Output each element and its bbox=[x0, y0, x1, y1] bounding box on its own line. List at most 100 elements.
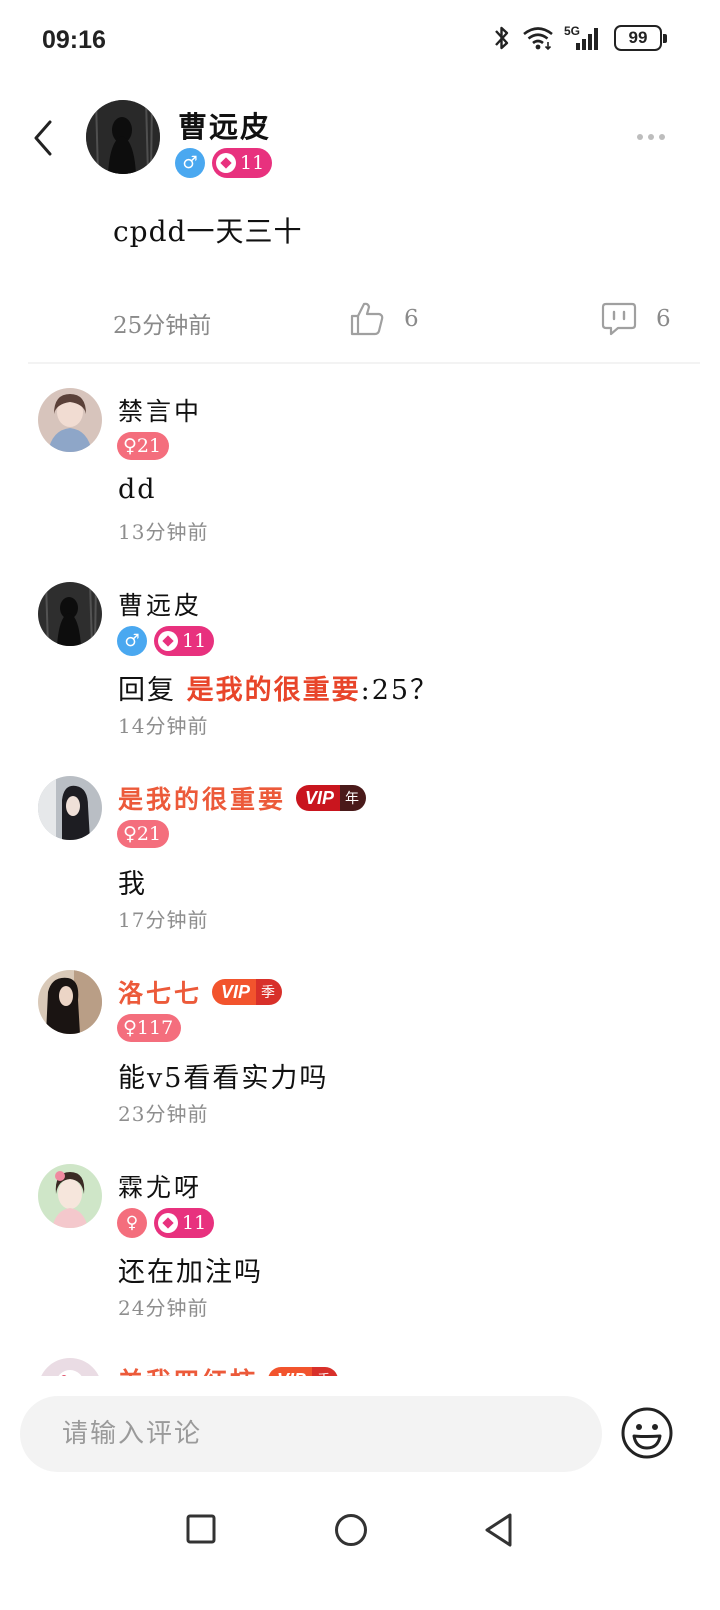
bluetooth-icon bbox=[495, 26, 509, 50]
signal-5g-icon: 5G bbox=[564, 24, 598, 50]
comment-text: dd bbox=[118, 474, 157, 505]
commenter-name-row: 曹远皮 bbox=[118, 586, 202, 622]
recent-apps-icon[interactable] bbox=[186, 1514, 216, 1544]
female-age-badge: ♀21 bbox=[117, 820, 170, 848]
avatar-image bbox=[38, 1164, 102, 1228]
female-age-badge: ♀117 bbox=[117, 1014, 182, 1042]
reply-prefix: 回复 bbox=[118, 675, 187, 706]
female-badge: ♀ bbox=[117, 1208, 147, 1238]
commenter-name-row: 是我的很重要 VIP 年 bbox=[118, 780, 367, 816]
commenter-badges: ♂ 11 bbox=[117, 626, 215, 656]
post-text: cpdd一天三十 bbox=[113, 215, 303, 248]
commenter-name-row: 羊我四红柿 VIP 季 bbox=[118, 1362, 339, 1376]
reply-target-name[interactable]: 是我的很重要 bbox=[187, 675, 361, 706]
smiley-emoji-icon[interactable] bbox=[620, 1406, 674, 1460]
comment-time: 23分钟前 bbox=[118, 1102, 209, 1126]
commenter-name[interactable]: 禁言中 bbox=[118, 392, 202, 428]
author-avatar-image bbox=[86, 100, 160, 174]
comment-item[interactable]: 禁言中 ♀21 dd 13分钟前 bbox=[0, 382, 720, 572]
commenter-avatar[interactable] bbox=[38, 970, 102, 1034]
thumbs-up-icon[interactable] bbox=[348, 300, 386, 338]
level-badge: 11 bbox=[212, 148, 273, 178]
commenter-avatar[interactable] bbox=[38, 582, 102, 646]
commenter-badges: ♀ 11 bbox=[117, 1208, 215, 1238]
author-avatar[interactable] bbox=[86, 100, 160, 174]
battery-level: 99 bbox=[628, 28, 648, 47]
female-age-badge: ♀21 bbox=[117, 432, 170, 460]
comment-item[interactable]: 羊我四红柿 VIP 季 bbox=[0, 1352, 720, 1376]
comment-text: 还在加注吗 bbox=[118, 1257, 263, 1288]
comment-bubble-icon[interactable] bbox=[600, 300, 638, 338]
vip-kind: 年 bbox=[340, 785, 367, 811]
avatar-image bbox=[38, 1358, 102, 1376]
level-value: 11 bbox=[240, 152, 265, 174]
comment-count: 6 bbox=[656, 306, 671, 332]
vip-season-badge: VIP 季 bbox=[212, 979, 283, 1005]
more-dots-icon[interactable] bbox=[634, 126, 668, 148]
network-label: 5G bbox=[564, 24, 580, 38]
commenter-name[interactable]: 曹远皮 bbox=[118, 586, 202, 622]
level-value: 11 bbox=[182, 1212, 207, 1234]
gem-icon bbox=[158, 1213, 178, 1233]
vip-kind: 季 bbox=[256, 979, 283, 1005]
gem-icon bbox=[216, 153, 236, 173]
comment-time: 24分钟前 bbox=[118, 1296, 209, 1320]
level-badge: 11 bbox=[154, 1208, 215, 1238]
vip-label: VIP bbox=[268, 1367, 313, 1376]
avatar-image bbox=[38, 582, 102, 646]
vip-year-badge: VIP 年 bbox=[296, 785, 367, 811]
vip-label: VIP bbox=[212, 979, 257, 1005]
vip-kind: 季 bbox=[312, 1367, 339, 1376]
back-nav-icon[interactable] bbox=[482, 1512, 516, 1548]
commenter-name-row: 洛七七 VIP 季 bbox=[118, 974, 283, 1010]
comment-item[interactable]: 洛七七 VIP 季 ♀117 能v5看看实力吗 23分钟前 bbox=[0, 964, 720, 1154]
comment-item[interactable]: 霖尤呀 ♀ 11 还在加注吗 24分钟前 bbox=[0, 1158, 720, 1348]
comment-time: 17分钟前 bbox=[118, 908, 209, 932]
home-icon[interactable] bbox=[334, 1513, 368, 1547]
commenter-avatar[interactable] bbox=[38, 1358, 102, 1376]
commenter-name[interactable]: 羊我四红柿 bbox=[118, 1362, 258, 1376]
wifi-icon bbox=[523, 27, 553, 51]
author-badges: ♂ 11 bbox=[175, 148, 273, 178]
author-name[interactable]: 曹远皮 bbox=[178, 104, 271, 146]
post-time: 25分钟前 bbox=[113, 313, 212, 339]
commenter-name-row: 霖尤呀 bbox=[118, 1168, 202, 1204]
commenter-badges: ♀21 bbox=[117, 820, 170, 848]
commenter-name[interactable]: 霖尤呀 bbox=[118, 1168, 202, 1204]
vip-label: VIP bbox=[296, 785, 341, 811]
vip-season-badge: VIP 季 bbox=[268, 1367, 339, 1376]
gem-icon bbox=[158, 631, 178, 651]
comment-time: 13分钟前 bbox=[118, 520, 209, 544]
comment-item[interactable]: 曹远皮 ♂ 11 回复 是我的很重要:25？ 14分钟前 bbox=[0, 576, 720, 766]
commenter-avatar[interactable] bbox=[38, 388, 102, 452]
comment-input-bar bbox=[0, 1380, 720, 1492]
level-value: 11 bbox=[182, 630, 207, 652]
comment-time: 14分钟前 bbox=[118, 714, 209, 738]
comment-input[interactable] bbox=[20, 1396, 602, 1472]
comment-text: 回复 是我的很重要:25？ bbox=[118, 668, 439, 707]
comment-item[interactable]: 是我的很重要 VIP 年 ♀21 我 17分钟前 bbox=[0, 770, 720, 960]
comment-list[interactable]: 禁言中 ♀21 dd 13分钟前 曹远皮 ♂ 11 回复 是我的很重要:25？ … bbox=[0, 376, 720, 1376]
reply-text: :25？ bbox=[360, 675, 440, 706]
back-chevron-icon[interactable] bbox=[28, 118, 64, 158]
commenter-avatar[interactable] bbox=[38, 1164, 102, 1228]
status-bar: 09:16 5G 99 bbox=[0, 0, 720, 80]
battery-icon: 99 bbox=[614, 25, 667, 51]
male-badge: ♂ bbox=[117, 626, 147, 656]
like-count: 6 bbox=[404, 306, 419, 332]
post-meta: 25分钟前 6 6 bbox=[0, 300, 720, 342]
level-badge: 11 bbox=[154, 626, 215, 656]
avatar-image bbox=[38, 776, 102, 840]
commenter-badges: ♀21 bbox=[117, 432, 170, 460]
avatar-image bbox=[38, 970, 102, 1034]
system-nav-bar bbox=[0, 1492, 720, 1610]
commenter-name-row: 禁言中 bbox=[118, 392, 202, 428]
status-icons: 5G 99 bbox=[492, 24, 667, 52]
avatar-image bbox=[38, 388, 102, 452]
comment-text: 我 bbox=[118, 869, 147, 900]
status-time: 09:16 bbox=[42, 26, 106, 54]
commenter-name[interactable]: 洛七七 bbox=[118, 974, 202, 1010]
commenter-name[interactable]: 是我的很重要 bbox=[118, 780, 286, 816]
male-badge: ♂ bbox=[175, 148, 205, 178]
commenter-avatar[interactable] bbox=[38, 776, 102, 840]
